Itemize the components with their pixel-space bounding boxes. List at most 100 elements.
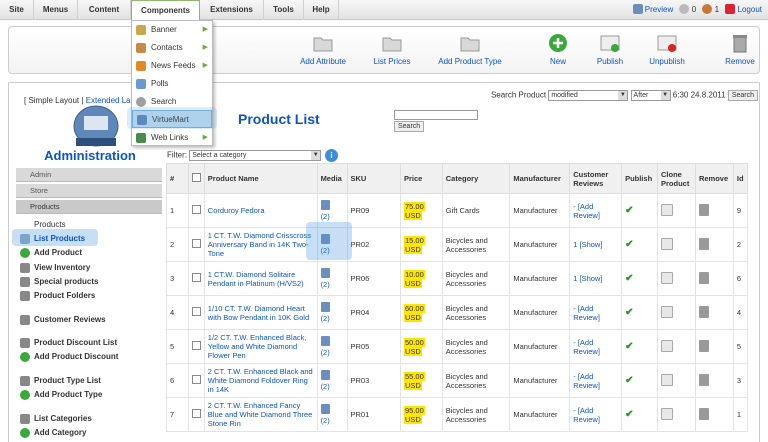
row-select[interactable] <box>187 397 205 432</box>
search-input[interactable] <box>394 110 478 120</box>
sidebar-item-special-products[interactable]: Special products <box>34 277 98 286</box>
review-link[interactable]: 1 [Show] <box>573 240 602 249</box>
logout-link[interactable]: Logout <box>725 4 762 14</box>
new-button[interactable]: New <box>543 33 573 66</box>
section-store[interactable]: Store <box>16 184 162 198</box>
published-check-icon[interactable]: ✔ <box>625 205 633 216</box>
review-link-2[interactable]: Review] <box>573 211 600 220</box>
media-count-link[interactable]: (2) <box>321 348 330 357</box>
col-select-all[interactable] <box>187 163 205 194</box>
review-link[interactable]: - [Add <box>573 304 593 313</box>
search-date[interactable]: 6:30 24.8.2011 <box>673 91 726 100</box>
media-icon[interactable] <box>320 268 330 278</box>
product-name-link[interactable]: 1 CT.W. Diamond Solitaire Pendant in Pla… <box>208 270 304 288</box>
product-name-link[interactable]: 1/10 CT. T.W. Diamond Heart with Bow Pen… <box>208 304 309 322</box>
clone-icon[interactable] <box>661 203 674 216</box>
sidebar-item-product-folders[interactable]: Product Folders <box>34 291 95 300</box>
list-prices-button[interactable]: List Prices <box>367 33 417 66</box>
trash-icon[interactable] <box>698 203 709 216</box>
menu-item-news-feeds[interactable]: News Feeds ▶ <box>132 57 212 75</box>
sidebar-item-product-type-list[interactable]: Product Type List <box>34 376 101 385</box>
published-check-icon[interactable]: ✔ <box>625 239 633 250</box>
price-value[interactable]: 75.00 <box>404 201 425 211</box>
menu-tools[interactable]: Tools <box>264 0 304 20</box>
review-link-2[interactable]: Review] <box>573 313 600 322</box>
preview-link[interactable]: Preview <box>632 4 673 14</box>
row-checkbox[interactable] <box>191 409 201 418</box>
row-select[interactable] <box>187 363 205 398</box>
search-field-select[interactable]: modified <box>548 90 629 101</box>
published-check-icon[interactable]: ✔ <box>625 341 633 352</box>
section-admin[interactable]: Admin <box>16 168 162 182</box>
menu-content[interactable]: Content <box>78 0 131 20</box>
price-value[interactable]: 10.00 <box>404 269 425 279</box>
review-link[interactable]: - [Add <box>573 372 593 381</box>
trash-icon[interactable] <box>698 305 709 318</box>
product-name-link[interactable]: 2 CT. T.W. Enhanced Fancy Blue and White… <box>208 401 313 428</box>
help-icon[interactable]: i <box>325 149 338 162</box>
search-submit-button[interactable]: Search <box>394 121 425 132</box>
sidebar-item-add-product-type[interactable]: Add Product Type <box>34 390 102 399</box>
published-check-icon[interactable]: ✔ <box>625 409 633 420</box>
clone-icon[interactable] <box>661 339 674 352</box>
media-icon[interactable] <box>320 302 330 312</box>
add-product-type-button[interactable]: Add Product Type <box>431 33 509 66</box>
menu-item-contacts[interactable]: Contacts ▶ <box>132 39 212 57</box>
media-count-link[interactable]: (2) <box>321 416 330 425</box>
sidebar-item-add-product-discount[interactable]: Add Product Discount <box>34 352 118 361</box>
unpublish-button[interactable]: Unpublish <box>645 33 689 66</box>
clone-icon[interactable] <box>661 407 674 420</box>
media-count-link[interactable]: (2) <box>321 280 330 289</box>
row-select[interactable] <box>187 261 205 296</box>
review-link[interactable]: 1 [Show] <box>573 274 602 283</box>
trash-icon[interactable] <box>698 339 709 352</box>
media-icon[interactable] <box>320 336 330 346</box>
product-name-link[interactable]: Corduroy Fedora <box>208 206 265 215</box>
product-name-link[interactable]: 1 CT. T.W. Diamond Crisscross Anniversar… <box>208 231 311 258</box>
clone-icon[interactable] <box>661 305 674 318</box>
price-value[interactable]: 95.00 <box>404 405 425 415</box>
media-icon[interactable] <box>320 370 330 380</box>
review-link-2[interactable]: Review] <box>573 415 600 424</box>
select-all-checkbox[interactable] <box>191 173 201 182</box>
sidebar-item-customer-reviews[interactable]: Customer Reviews <box>34 315 106 324</box>
sidebar-item-add-category[interactable]: Add Category <box>34 428 86 437</box>
row-checkbox[interactable] <box>191 307 201 316</box>
clone-icon[interactable] <box>661 271 674 284</box>
menu-item-polls[interactable]: Polls <box>132 75 212 93</box>
published-check-icon[interactable]: ✔ <box>625 273 633 284</box>
col-id[interactable]: Id <box>732 163 749 194</box>
review-link[interactable]: - [Add <box>573 406 593 415</box>
menu-components[interactable]: Components <box>131 0 200 20</box>
clone-icon[interactable] <box>661 373 674 386</box>
add-attribute-button[interactable]: Add Attribute <box>293 33 353 66</box>
row-select[interactable] <box>187 295 205 330</box>
price-value[interactable]: 60.00 <box>404 303 425 313</box>
review-link-2[interactable]: Review] <box>573 347 600 356</box>
media-count-link[interactable]: (2) <box>321 212 330 221</box>
publish-button[interactable]: Publish <box>593 33 627 66</box>
menu-help[interactable]: Help <box>304 0 339 20</box>
sidebar-item-list-products[interactable]: List Products <box>34 234 85 243</box>
media-icon[interactable] <box>320 404 330 414</box>
messages-count[interactable]: 0 <box>679 4 696 14</box>
media-count-link[interactable]: (2) <box>321 382 330 391</box>
menu-item-web-links[interactable]: Web Links ▶ <box>132 129 212 147</box>
menu-extensions[interactable]: Extensions <box>200 0 264 20</box>
product-name-link[interactable]: 2 CT. T.W. Enhanced Black and White Diam… <box>208 367 313 394</box>
sidebar-item-add-product[interactable]: Add Product <box>34 248 82 257</box>
review-link-2[interactable]: Review] <box>573 381 600 390</box>
price-value[interactable]: 55.00 <box>404 371 425 381</box>
sidebar-item-product-discount-list[interactable]: Product Discount List <box>34 338 117 347</box>
search-button[interactable]: Search <box>727 90 758 101</box>
col-price[interactable]: Price <box>400 163 443 194</box>
remove-button[interactable]: Remove <box>723 33 757 66</box>
menu-menus[interactable]: Menus <box>34 0 78 20</box>
published-check-icon[interactable]: ✔ <box>625 307 633 318</box>
sidebar-item-list-categories[interactable]: List Categories <box>34 414 92 423</box>
review-link[interactable]: - [Add <box>573 202 593 211</box>
media-count-link[interactable]: (2) <box>321 314 330 323</box>
trash-icon[interactable] <box>698 407 709 420</box>
price-value[interactable]: 15.00 <box>404 235 425 245</box>
row-select[interactable] <box>187 227 205 262</box>
